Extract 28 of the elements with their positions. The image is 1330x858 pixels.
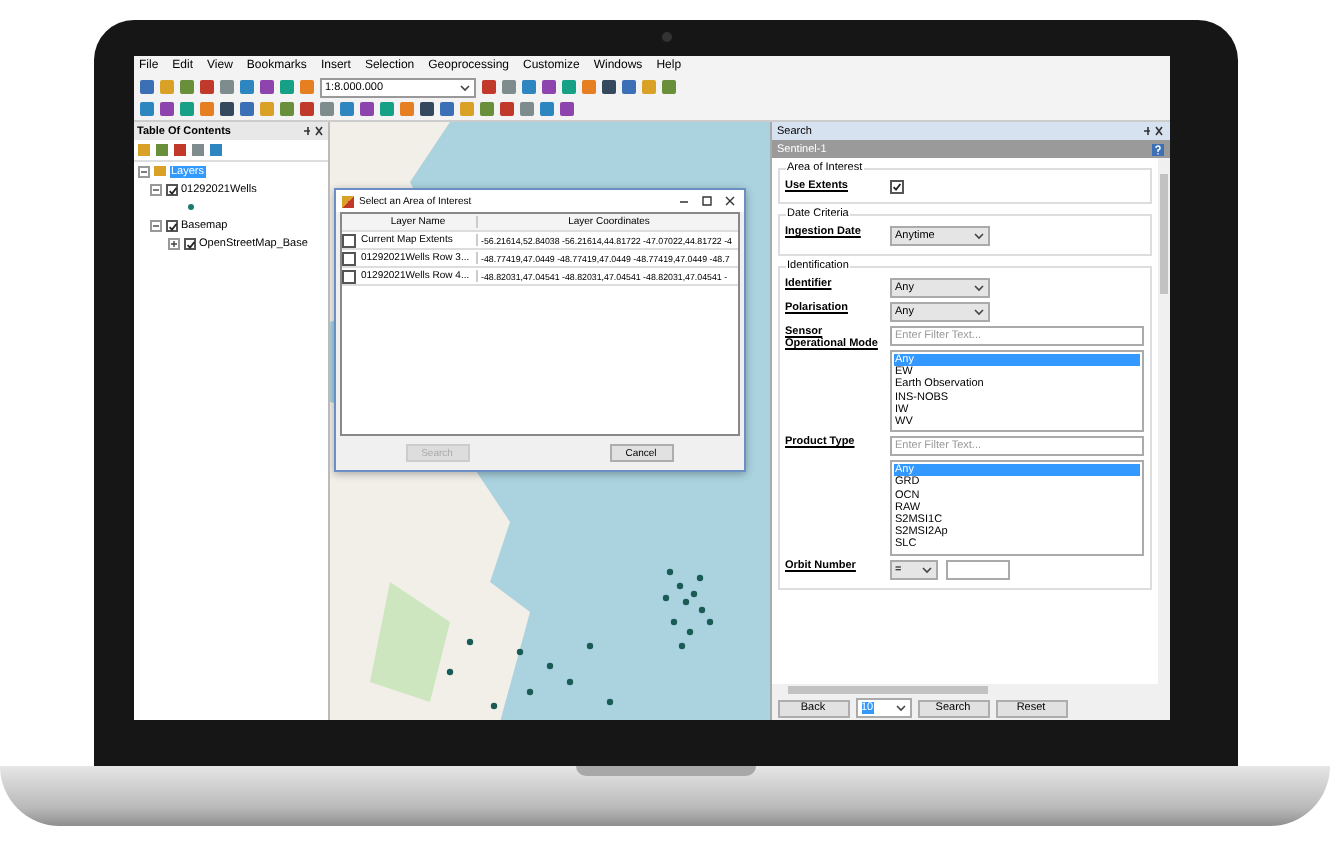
chevron-icon: [459, 83, 469, 91]
layer-checkbox[interactable]: [165, 183, 177, 195]
chevron-icon: [973, 284, 983, 292]
expander-icon[interactable]: [149, 183, 161, 195]
chevron-icon: [921, 565, 931, 574]
checkbox[interactable]: [889, 180, 903, 194]
layer-checkbox[interactable]: [165, 219, 177, 231]
row-checkbox[interactable]: [342, 269, 356, 283]
layer-checkbox[interactable]: [183, 237, 195, 249]
orbit-number-field[interactable]: [945, 559, 1009, 580]
horizontal-scrollbar[interactable]: [771, 684, 1169, 696]
row-checkbox[interactable]: [342, 233, 356, 247]
folder-icon: [153, 166, 165, 176]
vertical-scrollbar[interactable]: [1157, 158, 1169, 684]
help-icon[interactable]: [1151, 143, 1163, 155]
pin-close-icon[interactable]: [1141, 126, 1163, 136]
pin-close-icon[interactable]: [301, 126, 323, 136]
expander-icon[interactable]: [167, 237, 179, 249]
point-symbol-icon: [187, 204, 193, 210]
chevron-icon: [895, 704, 905, 712]
row-checkbox[interactable]: [342, 251, 356, 265]
chevron-icon: [973, 308, 983, 316]
app-icon: [341, 195, 353, 207]
expander-icon[interactable]: [149, 219, 161, 231]
expander-icon[interactable]: [137, 165, 149, 177]
chevron-icon: [973, 232, 983, 240]
camera-icon: [661, 32, 671, 42]
window-controls-icon[interactable]: [677, 195, 737, 207]
